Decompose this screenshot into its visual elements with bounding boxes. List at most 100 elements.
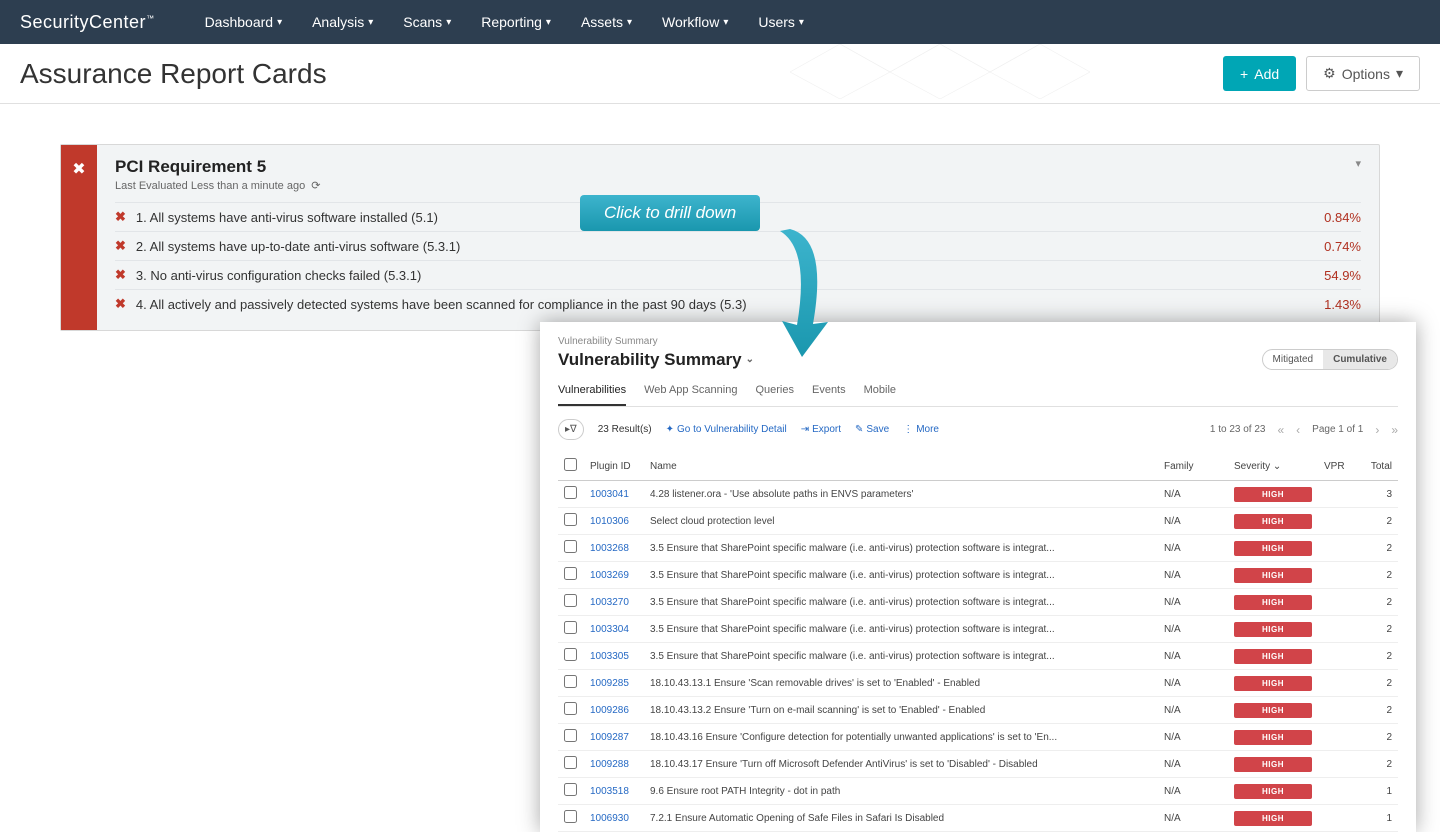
table-row[interactable]: 100928518.10.43.13.1 Ensure 'Scan remova… [558, 670, 1398, 697]
row-checkbox[interactable] [564, 729, 577, 742]
plugin-link[interactable]: 1009286 [590, 705, 629, 716]
row-checkbox[interactable] [564, 513, 577, 526]
nav-scans[interactable]: Scans [403, 14, 451, 30]
col-plugin[interactable]: Plugin ID [584, 452, 644, 481]
export-button[interactable]: ⇥ Export [801, 424, 841, 435]
table-row[interactable]: 100928718.10.43.16 Ensure 'Configure det… [558, 724, 1398, 751]
caret-down-icon: ▾ [1396, 65, 1403, 82]
save-button[interactable]: ✎ Save [855, 424, 889, 435]
check-row[interactable]: ✖4. All actively and passively detected … [115, 289, 1361, 318]
plugin-link[interactable]: 1003305 [590, 651, 629, 662]
cell-total: 1 [1358, 805, 1398, 832]
table-row[interactable]: 10032683.5 Ensure that SharePoint specif… [558, 535, 1398, 562]
vuln-toolbar: ▸∇ 23 Result(s) ✦ Go to Vulnerability De… [558, 407, 1398, 452]
cell-vpr [1318, 697, 1358, 724]
nav-dashboard[interactable]: Dashboard [205, 14, 283, 30]
plugin-link[interactable]: 1009287 [590, 732, 629, 743]
table-row[interactable]: 100928818.10.43.17 Ensure 'Turn off Micr… [558, 751, 1398, 778]
add-button[interactable]: + Add [1223, 56, 1296, 91]
options-button[interactable]: ⚙ Options ▾ [1306, 56, 1420, 91]
nav-users[interactable]: Users [758, 14, 804, 30]
col-family[interactable]: Family [1158, 452, 1228, 481]
row-checkbox[interactable] [564, 594, 577, 607]
tab-vulnerabilities[interactable]: Vulnerabilities [558, 384, 626, 406]
tab-events[interactable]: Events [812, 384, 846, 406]
table-row[interactable]: 10033043.5 Ensure that SharePoint specif… [558, 616, 1398, 643]
pager-first[interactable]: « [1277, 423, 1284, 437]
row-checkbox[interactable] [564, 486, 577, 499]
vulnerability-panel: Vulnerability Summary Vulnerability Summ… [540, 322, 1416, 832]
select-all-checkbox[interactable] [564, 458, 577, 471]
plugin-link[interactable]: 1003270 [590, 597, 629, 608]
card-title: PCI Requirement 5 [115, 157, 320, 177]
collapse-icon[interactable]: ▾ [1355, 157, 1361, 170]
plugin-link[interactable]: 1003041 [590, 489, 629, 500]
row-checkbox[interactable] [564, 756, 577, 769]
col-name[interactable]: Name [644, 452, 1158, 481]
table-row[interactable]: 1003269 3.5 Ensure that SharePoint specif… [558, 562, 1398, 589]
check-label: 2. All systems have up-to-date anti-viru… [136, 239, 460, 254]
pager-last[interactable]: » [1391, 423, 1398, 437]
table-row[interactable]: 10030414.28 listener.ora - 'Use absolute… [558, 481, 1398, 508]
arrow-icon [780, 229, 840, 359]
row-checkbox[interactable] [564, 783, 577, 796]
table-row[interactable]: 10033053.5 Ensure that SharePoint specif… [558, 643, 1398, 670]
table-row[interactable]: 10032703.5 Ensure that SharePoint specif… [558, 589, 1398, 616]
table-row[interactable]: 10069307.2.1 Ensure Automatic Opening of… [558, 805, 1398, 832]
breadcrumb[interactable]: Vulnerability Summary [558, 336, 1398, 347]
row-checkbox[interactable] [564, 702, 577, 715]
cell-family: N/A [1158, 616, 1228, 643]
plugin-link[interactable]: 1009288 [590, 759, 629, 770]
tab-mobile[interactable]: Mobile [864, 384, 896, 406]
vuln-title[interactable]: Vulnerability Summary ⌄ [558, 350, 754, 370]
plugin-link[interactable]: 1003304 [590, 624, 629, 635]
pager-prev[interactable]: ‹ [1296, 423, 1300, 437]
check-row[interactable]: ✖2. All systems have up-to-date anti-vir… [115, 231, 1361, 260]
row-checkbox[interactable] [564, 810, 577, 823]
top-nav: SecurityCenter™ Dashboard Analysis Scans… [0, 0, 1440, 44]
detail-link[interactable]: ✦ Go to Vulnerability Detail [666, 424, 787, 435]
plugin-link[interactable]: 1003518 [590, 786, 629, 797]
tab-web-app-scanning[interactable]: Web App Scanning [644, 384, 737, 406]
row-checkbox[interactable] [564, 675, 577, 688]
plugin-link[interactable]: 1006930 [590, 813, 629, 824]
pager-page: Page 1 of 1 [1312, 424, 1363, 435]
table-row[interactable]: 100928618.10.43.13.2 Ensure 'Turn on e-m… [558, 697, 1398, 724]
plugin-link[interactable]: 1003268 [590, 543, 629, 554]
plugin-link[interactable]: 1003269 [590, 570, 629, 581]
cell-name: 3.5 Ensure that SharePoint specific malw… [644, 562, 1158, 589]
toggle-cumulative[interactable]: Cumulative [1323, 350, 1397, 369]
cell-vpr [1318, 562, 1358, 589]
nav-reporting[interactable]: Reporting [481, 14, 551, 30]
row-checkbox[interactable] [564, 621, 577, 634]
plugin-link[interactable]: 1010306 [590, 516, 629, 527]
table-row[interactable]: 10035189.6 Ensure root PATH Integrity - … [558, 778, 1398, 805]
refresh-icon[interactable]: ⟳ [311, 179, 320, 192]
filter-button[interactable]: ▸∇ [558, 419, 584, 440]
plugin-link[interactable]: 1009285 [590, 678, 629, 689]
nav-assets[interactable]: Assets [581, 14, 632, 30]
nav-workflow[interactable]: Workflow [662, 14, 728, 30]
fail-icon: ✖ [115, 267, 126, 283]
card-subtitle-text: Last Evaluated Less than a minute ago [115, 180, 305, 192]
cell-vpr [1318, 535, 1358, 562]
cell-family: N/A [1158, 778, 1228, 805]
check-row[interactable]: ✖ 3. No anti-virus configuration checks f… [115, 260, 1361, 289]
cell-total: 2 [1358, 562, 1398, 589]
more-button[interactable]: ⋮ More [903, 424, 939, 435]
severity-badge: HIGH [1234, 703, 1312, 718]
tab-queries[interactable]: Queries [755, 384, 794, 406]
severity-badge: HIGH [1234, 649, 1312, 664]
row-checkbox[interactable] [564, 648, 577, 661]
row-checkbox[interactable] [564, 540, 577, 553]
table-row[interactable]: 1010306Select cloud protection levelN/AH… [558, 508, 1398, 535]
nav-analysis[interactable]: Analysis [312, 14, 373, 30]
cell-total: 3 [1358, 481, 1398, 508]
col-total[interactable]: Total [1358, 452, 1398, 481]
toggle-mitigated[interactable]: Mitigated [1263, 350, 1324, 369]
check-label: 3. No anti-virus configuration checks fa… [136, 268, 421, 283]
col-severity[interactable]: Severity ⌄ [1228, 452, 1318, 481]
col-vpr[interactable]: VPR [1318, 452, 1358, 481]
pager-next[interactable]: › [1375, 423, 1379, 437]
row-checkbox[interactable] [564, 567, 577, 580]
